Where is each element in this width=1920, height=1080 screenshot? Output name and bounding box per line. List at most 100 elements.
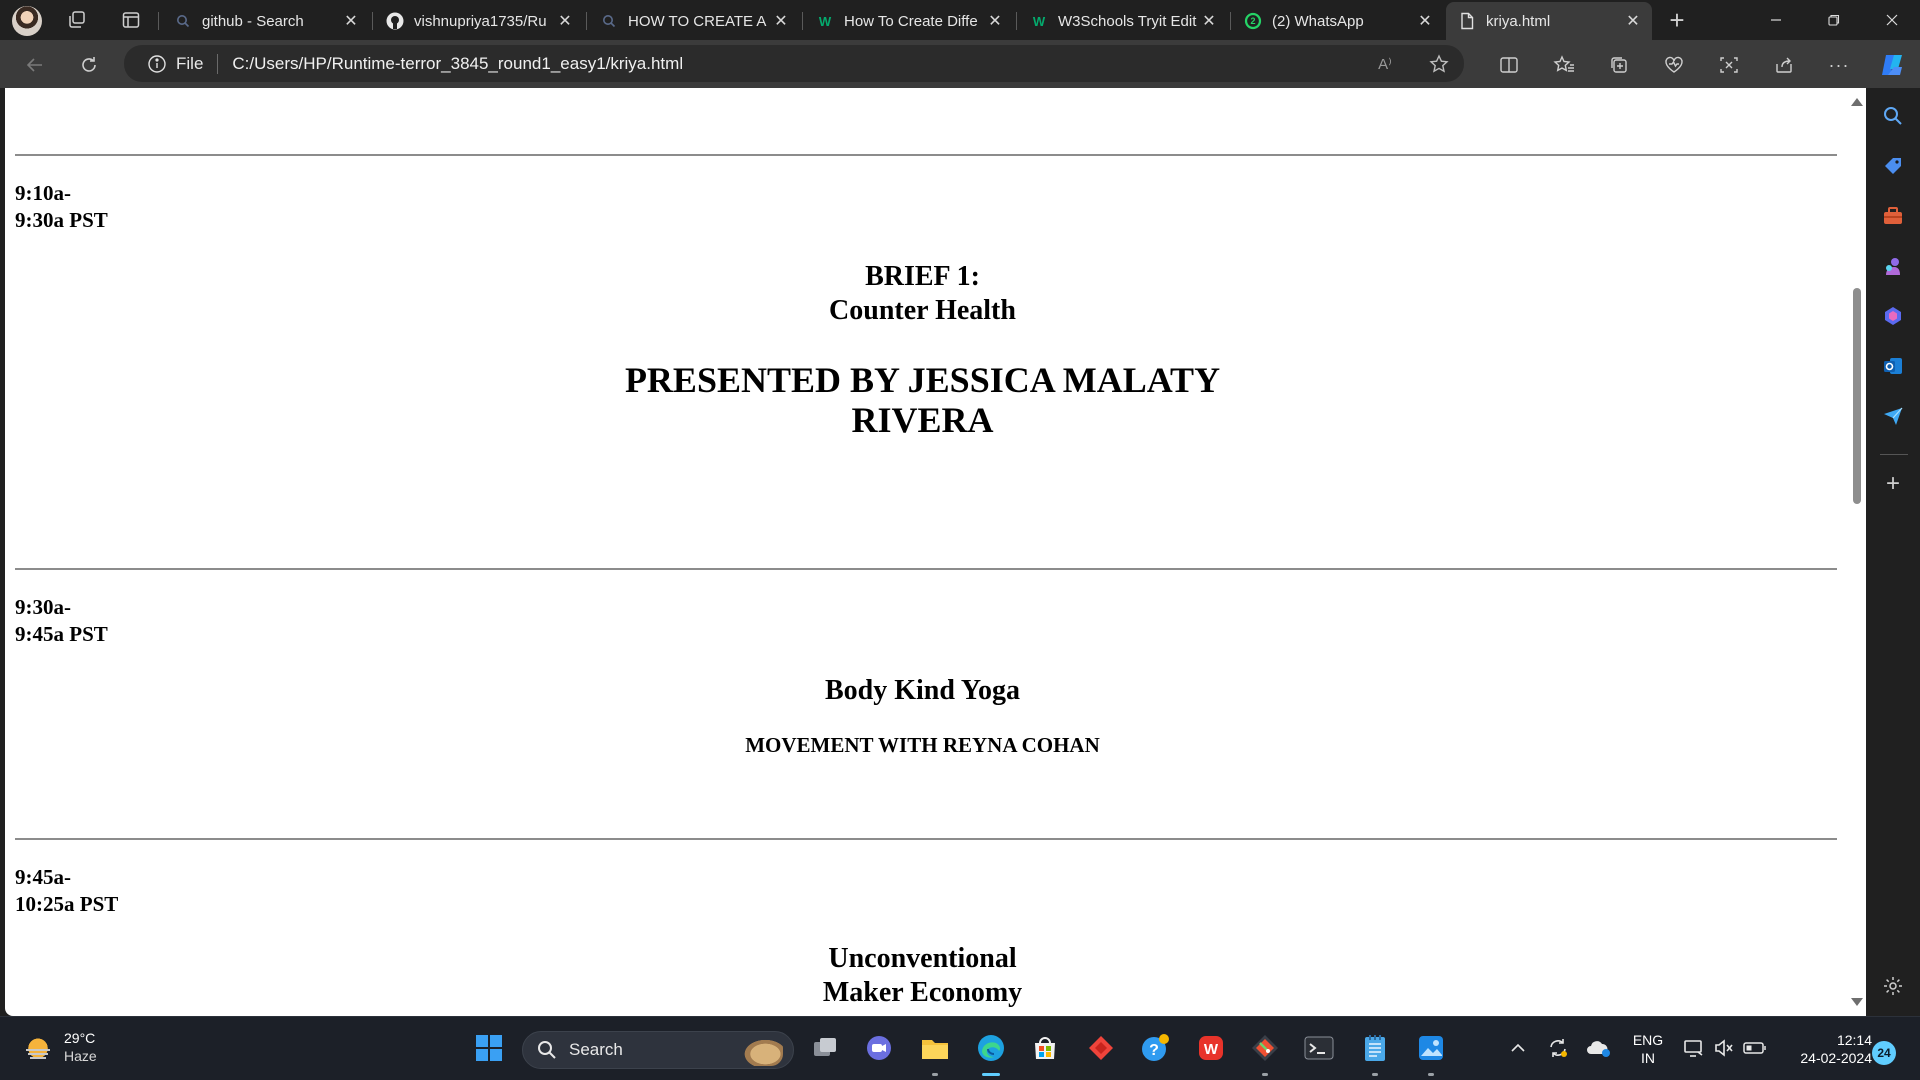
search-icon (174, 12, 192, 30)
sidebar-search-icon[interactable] (1879, 102, 1907, 130)
url-text[interactable]: C:/Users/HP/Runtime-terror_3845_round1_e… (232, 54, 683, 74)
photos-app-icon[interactable] (1414, 1031, 1448, 1065)
tab-label: kriya.html (1486, 12, 1551, 30)
address-bar[interactable]: File C:/Users/HP/Runtime-terror_3845_rou… (124, 45, 1464, 82)
file-explorer-icon[interactable] (918, 1031, 952, 1065)
onedrive-icon[interactable] (1584, 1031, 1614, 1065)
tab-label: How To Create Diffe (844, 12, 978, 30)
show-hidden-icons-chevron-icon[interactable] (1506, 1031, 1530, 1065)
help-icon[interactable]: ? (1138, 1031, 1172, 1065)
close-icon[interactable]: ✕ (1414, 10, 1436, 32)
read-aloud-icon[interactable]: A⁾ (1372, 51, 1398, 77)
taskbar-search[interactable]: Search (522, 1031, 794, 1069)
tab-whatsapp[interactable]: 2 (2) WhatsApp ✕ (1232, 5, 1444, 37)
task-view-icon[interactable] (808, 1031, 842, 1065)
outlook-icon[interactable] (1879, 352, 1907, 380)
battery-icon[interactable] (1740, 1031, 1770, 1065)
presenter-line1: PRESENTED BY JESSICA MALATY (624, 360, 1221, 400)
git-icon[interactable] (1248, 1031, 1282, 1065)
schedule-page: 9:10a- 9:30a PST BRIEF 1: Counter Health… (5, 88, 1837, 1016)
weather-widget[interactable]: 29°C Haze (22, 1029, 97, 1065)
minimize-button[interactable] (1748, 0, 1804, 40)
tab-how-to-create[interactable]: HOW TO CREATE A ✕ (588, 5, 800, 37)
close-icon[interactable]: ✕ (770, 10, 792, 32)
add-sidebar-app-icon[interactable]: + (1879, 470, 1907, 498)
wps-office-icon[interactable]: W (1194, 1031, 1228, 1065)
close-icon[interactable]: ✕ (340, 10, 362, 32)
scroll-thumb[interactable] (1853, 288, 1861, 504)
favorites-icon[interactable] (1549, 50, 1579, 80)
file-icon (1458, 12, 1476, 30)
anydesk-icon[interactable] (1084, 1031, 1118, 1065)
info-icon[interactable] (146, 53, 168, 75)
divider (15, 568, 1837, 570)
tab-label: HOW TO CREATE A (628, 12, 767, 30)
language-line1: ENG (1632, 1032, 1664, 1048)
volume-muted-icon[interactable] (1710, 1031, 1738, 1065)
split-screen-icon[interactable] (1494, 50, 1524, 80)
copilot-icon[interactable] (1877, 50, 1907, 80)
new-tab-button[interactable]: + (1664, 5, 1690, 35)
sidebar-settings-icon[interactable] (1879, 972, 1907, 1000)
presenter-line2: RIVERA (851, 400, 994, 440)
refresh-button[interactable] (74, 50, 104, 80)
tab-w3schools-tryit[interactable]: W W3Schools Tryit Edit ✕ (1018, 5, 1228, 37)
games-icon[interactable] (1879, 252, 1907, 280)
close-icon[interactable]: ✕ (1622, 10, 1644, 32)
time-end: 10:25a PST (15, 892, 119, 916)
microsoft-store-icon[interactable] (1028, 1031, 1062, 1065)
tab-w3schools-how-to[interactable]: W How To Create Diffe ✕ (804, 5, 1014, 37)
copilot-sidebar-icon[interactable] (1879, 302, 1907, 330)
tab-actions-icon[interactable] (118, 8, 144, 32)
close-icon[interactable]: ✕ (984, 10, 1006, 32)
language-line2: IN (1641, 1050, 1655, 1066)
profile-avatar[interactable] (12, 6, 42, 36)
windows-taskbar: 29°C Haze Search ? W ENG IN 12:14 24-02-… (0, 1016, 1920, 1080)
screenshot-icon[interactable] (1714, 50, 1744, 80)
close-icon[interactable]: ✕ (554, 10, 576, 32)
clock[interactable]: 12:14 24-02-2024 (1774, 1031, 1872, 1067)
collections-icon[interactable] (1604, 50, 1634, 80)
scroll-down-arrow[interactable] (1851, 998, 1863, 1006)
tab-github-search[interactable]: github - Search ✕ (162, 5, 370, 37)
time-start: 9:10a- (15, 181, 71, 205)
network-display-icon[interactable] (1680, 1031, 1708, 1065)
close-window-button[interactable] (1864, 0, 1920, 40)
tab-label: github - Search (202, 12, 304, 30)
close-icon[interactable]: ✕ (1198, 10, 1220, 32)
scroll-up-arrow[interactable] (1851, 98, 1863, 106)
edge-browser-icon[interactable] (974, 1031, 1008, 1065)
favorite-star-icon[interactable] (1426, 51, 1452, 77)
sync-icon[interactable] (1544, 1031, 1572, 1065)
session-time: 9:10a- 9:30a PST (15, 180, 108, 234)
tab-kriya-html[interactable]: kriya.html ✕ (1446, 2, 1652, 40)
tools-briefcase-icon[interactable] (1879, 202, 1907, 230)
time-start: 9:45a- (15, 865, 71, 889)
back-button[interactable] (20, 50, 50, 80)
notification-badge[interactable]: 24 (1872, 1041, 1896, 1065)
tab-strip: github - Search ✕ vishnupriya1735/Ru ✕ H… (0, 0, 1920, 40)
vertical-scrollbar[interactable] (1848, 88, 1866, 1016)
haze-sun-icon (22, 1034, 54, 1060)
teams-meet-icon[interactable] (862, 1031, 896, 1065)
send-drop-icon[interactable] (1879, 402, 1907, 430)
notepad-icon[interactable] (1358, 1031, 1392, 1065)
session-title: Unconventional Maker Economy (5, 942, 1840, 1010)
browser-toolbar: File C:/Users/HP/Runtime-terror_3845_rou… (0, 40, 1920, 88)
tab-github-repo[interactable]: vishnupriya1735/Ru ✕ (374, 5, 584, 37)
shopping-tag-icon[interactable] (1879, 152, 1907, 180)
restore-button[interactable] (1806, 0, 1862, 40)
edge-sidebar: + (1866, 88, 1920, 1016)
session-title: BRIEF 1: Counter Health (5, 260, 1840, 328)
workspaces-icon[interactable] (64, 8, 90, 32)
terminal-icon[interactable] (1302, 1031, 1336, 1065)
session-time: 9:45a- 10:25a PST (15, 864, 118, 918)
page-viewport: 9:10a- 9:30a PST BRIEF 1: Counter Health… (5, 88, 1850, 1016)
start-windows-icon[interactable] (472, 1031, 506, 1065)
presenter-heading: PRESENTED BY JESSICA MALATY RIVERA (5, 360, 1840, 440)
w3schools-icon: W (818, 13, 832, 29)
language-indicator[interactable]: ENG IN (1626, 1031, 1670, 1067)
more-options-icon[interactable]: ··· (1824, 50, 1854, 80)
browser-essentials-icon[interactable] (1659, 50, 1689, 80)
share-icon[interactable] (1769, 50, 1799, 80)
